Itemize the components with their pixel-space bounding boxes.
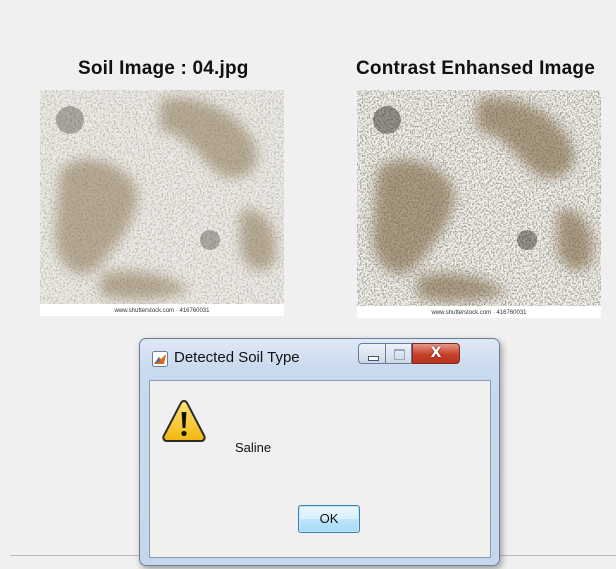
soil-image: www.shutterstock.com · 416760031 xyxy=(40,90,284,316)
image-watermark: www.shutterstock.com · 416760031 xyxy=(114,308,210,314)
image-watermark: www.shutterstock.com · 416760031 xyxy=(431,310,527,316)
contrast-enhanced-image: www.shutterstock.com · 416760031 xyxy=(357,90,601,318)
maximize-icon xyxy=(394,349,405,360)
dialog-title: Detected Soil Type xyxy=(174,349,300,366)
detected-soil-type-dialog[interactable]: Detected Soil Type X Saline OK xyxy=(139,338,500,566)
right-image-title: Contrast Enhansed Image xyxy=(356,58,595,79)
ok-button[interactable]: OK xyxy=(298,505,360,533)
close-icon: X xyxy=(430,345,442,361)
minimize-button[interactable] xyxy=(358,343,386,364)
dialog-content: Saline OK xyxy=(149,380,491,558)
warning-icon xyxy=(162,399,206,442)
dialog-titlebar[interactable]: Detected Soil Type X xyxy=(140,339,499,379)
matlab-icon xyxy=(152,351,168,367)
close-button[interactable]: X xyxy=(412,343,460,364)
minimize-icon xyxy=(368,356,379,361)
soil-texture xyxy=(40,90,284,304)
maximize-button[interactable] xyxy=(386,343,412,364)
figure-window: Soil Image : 04.jpg Contrast Enhansed Im… xyxy=(0,0,616,569)
enhanced-soil-texture xyxy=(357,90,601,306)
left-image-title: Soil Image : 04.jpg xyxy=(78,58,249,79)
message-text: Saline xyxy=(235,440,272,455)
